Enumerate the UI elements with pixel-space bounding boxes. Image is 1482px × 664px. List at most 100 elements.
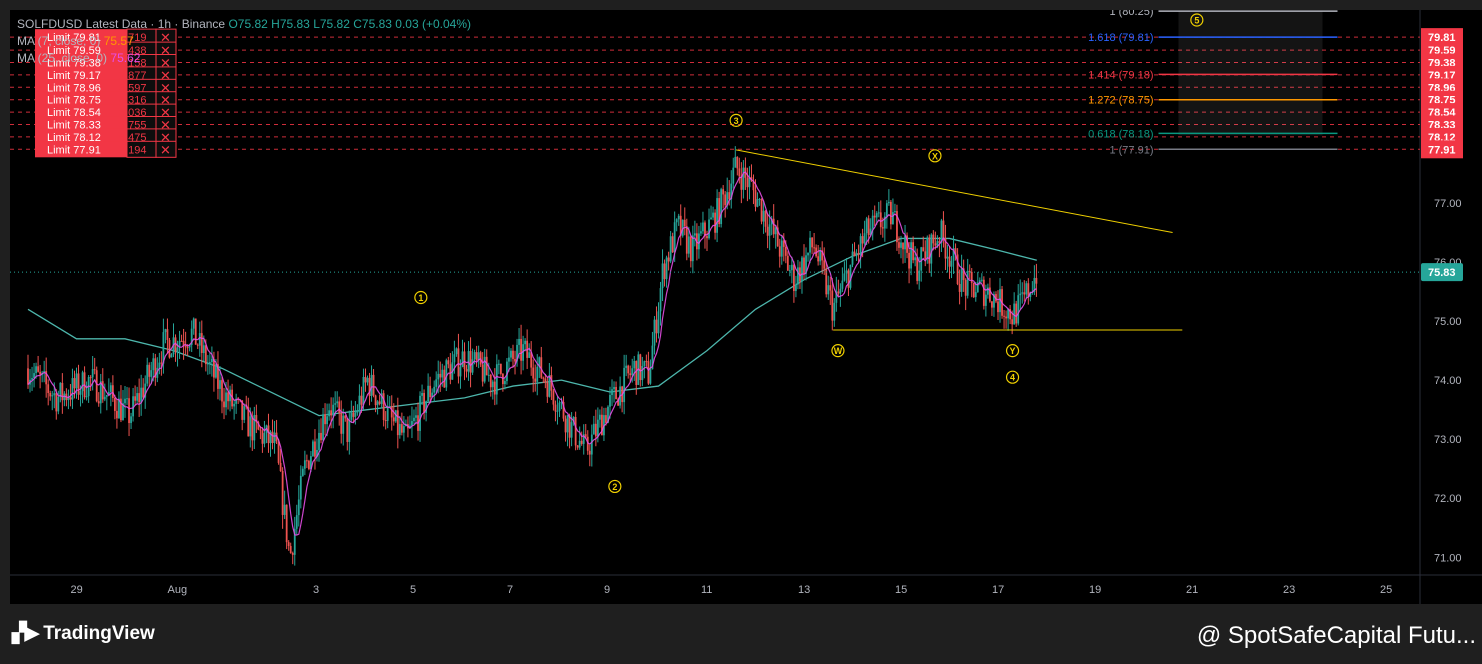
wave-label: 1 [414, 290, 428, 305]
candle-body [558, 402, 561, 411]
price-chart[interactable]: 79.8179.5979.3879.1778.9678.7578.5478.33… [10, 10, 1482, 604]
candle-body [77, 373, 80, 395]
candle-body [534, 378, 537, 382]
candle-body [437, 373, 440, 380]
candle-body [667, 257, 670, 262]
candle-body [297, 499, 300, 516]
candle-body [669, 236, 672, 262]
candle-body [629, 373, 632, 376]
candle-body [202, 345, 205, 354]
candle-body [223, 401, 225, 408]
candle-body [150, 370, 153, 377]
candle-body [273, 432, 276, 444]
candle-body [455, 348, 458, 355]
candle-body [958, 283, 961, 292]
candle-body [924, 251, 927, 259]
candle-body [429, 385, 432, 398]
candle-body [841, 280, 844, 289]
ma25-legend[interactable]: MA (25, close, 0) 75.62 [17, 50, 471, 67]
x-tick-label: 29 [71, 584, 83, 596]
candle-body [1005, 316, 1007, 319]
candle-body [378, 401, 381, 404]
candle-body [85, 396, 88, 398]
candle-body [584, 434, 587, 437]
candle-body [376, 401, 379, 406]
candle-body [673, 222, 676, 253]
candle-body [233, 403, 236, 407]
candle-body [693, 233, 696, 236]
candle-body [566, 415, 569, 433]
x-tick-label: 15 [895, 584, 907, 596]
candle-body [491, 381, 494, 388]
candle-body [287, 542, 290, 547]
candle-body [605, 415, 607, 423]
candle-body [415, 415, 417, 418]
candle-body [289, 546, 292, 553]
candle-body [210, 358, 213, 363]
candle-body [524, 340, 527, 345]
candle-body [411, 421, 413, 426]
candle-body [152, 358, 155, 371]
y-tick-label: 73.00 [1434, 434, 1462, 446]
candle-body [103, 396, 106, 400]
candle-body [225, 392, 227, 408]
candle-body [687, 236, 690, 254]
candle-body [542, 377, 545, 379]
candle-body [574, 417, 577, 446]
candle-body [554, 404, 557, 412]
candle-body [192, 318, 195, 329]
candle-body [312, 441, 314, 457]
candle-body [613, 387, 615, 390]
candle-body [722, 189, 725, 195]
candle-body [148, 364, 151, 377]
candle-body [140, 387, 143, 403]
candle-body [136, 393, 139, 401]
candle-body [982, 279, 985, 306]
candle-body [984, 294, 987, 306]
candle-body [348, 419, 351, 442]
candle-body [691, 235, 694, 262]
candle-body [360, 395, 363, 405]
candle-body [788, 270, 791, 272]
candle-body [974, 292, 977, 298]
candle-body [475, 352, 478, 360]
candle-body [881, 227, 884, 229]
wave-label: Y [1005, 344, 1020, 358]
candle-body [499, 363, 502, 374]
candle-body [249, 416, 252, 437]
limit-order-widget[interactable]: Limit 77.91 7.194 ✕ [35, 140, 177, 158]
low-value: L75.82 [313, 17, 350, 31]
candle-body [738, 168, 741, 177]
candle-body [461, 351, 464, 368]
candle-body [922, 247, 925, 252]
wave-label: 4 [1005, 370, 1020, 384]
candle-body [780, 240, 783, 257]
candle-body [991, 301, 993, 308]
candle-body [356, 411, 359, 413]
tradingview-logo[interactable]: ▞▶ TradingView [12, 622, 155, 645]
candle-body [807, 252, 809, 256]
candle-body [833, 302, 836, 321]
tradingview-mark-icon: ▞▶ [12, 623, 39, 644]
candle-body [1017, 295, 1020, 324]
candle-body [544, 378, 547, 383]
candle-body [1003, 315, 1005, 317]
candle-body [340, 412, 343, 434]
candle-body [413, 417, 415, 422]
candle-body [200, 333, 203, 354]
candle-body [180, 340, 183, 342]
candle-body [829, 285, 832, 291]
fib-fill [1178, 11, 1323, 136]
candle-body [631, 368, 634, 376]
ma7-legend[interactable]: MA (7, close, 0) 75.57 [17, 33, 471, 50]
candle-body [138, 393, 141, 403]
trendline [736, 149, 1173, 234]
candle-body [716, 198, 719, 233]
candle-body [518, 338, 520, 345]
candle-body [1035, 277, 1038, 284]
candle-body [758, 198, 761, 200]
candle-body [766, 226, 769, 236]
candle-body [661, 263, 664, 289]
candle-body [352, 412, 355, 417]
candle-body [831, 290, 834, 321]
